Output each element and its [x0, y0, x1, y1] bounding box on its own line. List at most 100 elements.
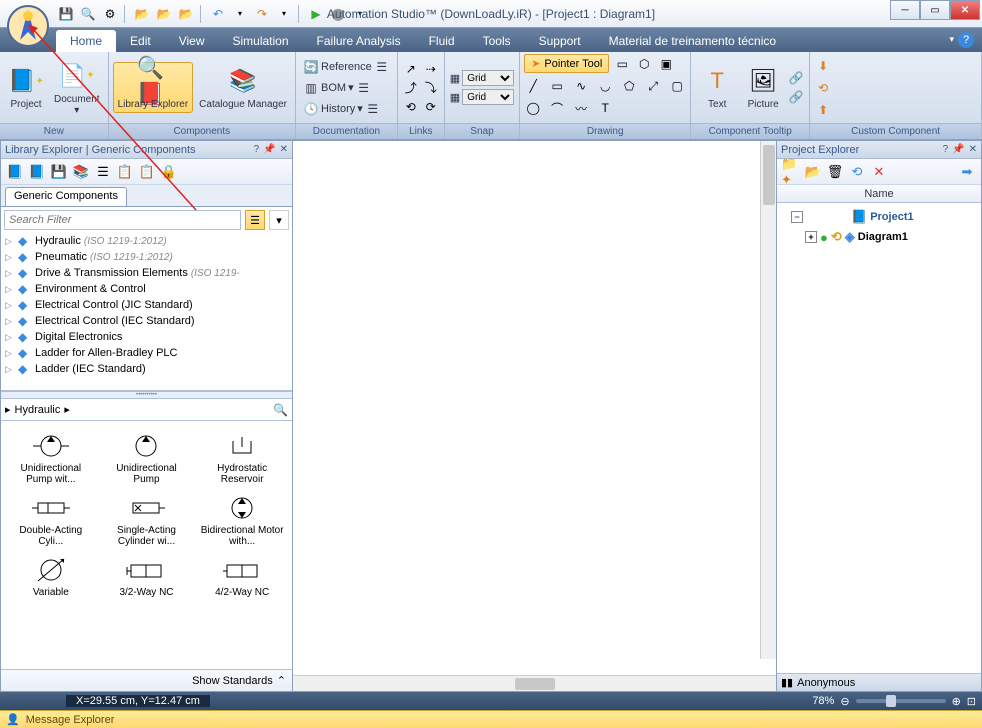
snap-select-2[interactable]: Grid: [462, 89, 514, 105]
tab-material[interactable]: Material de treinamento técnico: [595, 30, 790, 52]
new-folder-icon[interactable]: 📁✦: [781, 162, 801, 182]
tooltip-link-icon[interactable]: 🔗: [787, 69, 805, 87]
search-icon[interactable]: 🔍: [273, 403, 288, 417]
qat-open3-icon[interactable]: 📂: [176, 4, 196, 24]
search-options-button[interactable]: ☰: [245, 210, 265, 230]
undo-dropdown[interactable]: ▾: [230, 4, 250, 24]
tab-view[interactable]: View: [165, 30, 219, 52]
tree-item-ladder-ab[interactable]: ▷◆Ladder for Allen-Bradley PLC: [1, 345, 292, 361]
app-icon[interactable]: [4, 2, 52, 50]
form2-icon[interactable]: 📋: [137, 162, 157, 182]
tree-item-jic[interactable]: ▷◆Electrical Control (JIC Standard): [1, 297, 292, 313]
tree-item-ladder-iec[interactable]: ▷◆Ladder (IEC Standard): [1, 361, 292, 377]
tab-fluid[interactable]: Fluid: [415, 30, 469, 52]
custom2-icon[interactable]: ⟲: [814, 79, 832, 97]
qat-open2-icon[interactable]: 📂: [154, 4, 174, 24]
close-proj-icon[interactable]: ✕: [869, 162, 889, 182]
undo-icon[interactable]: ↶: [208, 4, 228, 24]
menu-dropdown-icon[interactable]: ▾: [949, 34, 954, 45]
tooltip-text-button[interactable]: TText: [695, 63, 739, 112]
message-explorer-bar[interactable]: 👤 Message Explorer: [0, 710, 982, 728]
grid2-icon[interactable]: ▦: [450, 91, 460, 104]
tree-item-iec[interactable]: ▷◆Electrical Control (IEC Standard): [1, 313, 292, 329]
book-dark-icon[interactable]: 📚: [71, 162, 91, 182]
tab-home[interactable]: Home: [56, 30, 116, 52]
tab-tools[interactable]: Tools: [469, 30, 525, 52]
zoom-fit-icon[interactable]: ⊡: [967, 695, 976, 708]
search-input[interactable]: [4, 210, 241, 230]
close-button[interactable]: ✕: [950, 0, 980, 20]
close-panel-icon[interactable]: ✕: [969, 144, 977, 155]
tree-item-env[interactable]: ▷◆Environment & Control: [1, 281, 292, 297]
tab-simulation[interactable]: Simulation: [219, 30, 303, 52]
comp-42valve[interactable]: 4/2-Way NC: [196, 553, 288, 600]
arc2-icon[interactable]: ⌒: [548, 99, 566, 117]
library-tree[interactable]: ▷◆Hydraulic (ISO 1219-1:2012) ▷◆Pneumati…: [1, 233, 292, 391]
resize-icon[interactable]: ⤢: [644, 77, 662, 95]
zoom-slider[interactable]: [856, 699, 946, 703]
tree-item-hydraulic[interactable]: ▷◆Hydraulic (ISO 1219-1:2012): [1, 233, 292, 249]
redo-icon[interactable]: ↷: [252, 4, 272, 24]
comp-uni-pump[interactable]: Unidirectional Pump: [101, 429, 193, 487]
catalogue-manager-button[interactable]: 📚Catalogue Manager: [195, 63, 291, 112]
forward-icon[interactable]: ➡: [957, 162, 977, 182]
custom3-icon[interactable]: ⬆: [814, 101, 832, 119]
tooltip-picture-button[interactable]: 🖼Picture: [741, 63, 785, 112]
book-blue2-icon[interactable]: 📘: [27, 162, 47, 182]
link3-icon[interactable]: ⤴: [402, 79, 420, 97]
project-button[interactable]: 📘✦Project: [4, 63, 48, 112]
proj-column-header[interactable]: Name: [777, 185, 981, 203]
comp-32valve[interactable]: 3/2-Way NC: [101, 553, 193, 600]
ellipse-icon[interactable]: ◯: [524, 99, 542, 117]
comp-variable[interactable]: Variable: [5, 553, 97, 600]
document-button[interactable]: 📄✦Document▾: [50, 58, 104, 118]
comp-single-cylinder[interactable]: Single-Acting Cylinder wi...: [101, 491, 193, 549]
play-icon[interactable]: ▶: [306, 4, 326, 24]
qat-gear-icon[interactable]: ⚙: [100, 4, 120, 24]
comp-bi-motor[interactable]: Bidirectional Motor with...: [196, 491, 288, 549]
polygon-icon[interactable]: ⬠: [620, 77, 638, 95]
breadcrumb-arrow-icon[interactable]: ▸: [5, 403, 11, 416]
grid-icon[interactable]: ▦: [450, 72, 460, 85]
line-icon[interactable]: ╱: [524, 77, 542, 95]
send-back-icon[interactable]: ▢: [668, 77, 686, 95]
breadcrumb-text[interactable]: Hydraulic: [15, 404, 61, 416]
delete-icon[interactable]: 🗑: [825, 162, 845, 182]
link5-icon[interactable]: ⟲: [402, 98, 420, 116]
diagram-node[interactable]: +●⟲◈Diagram1: [781, 227, 977, 247]
help-icon[interactable]: ?: [943, 144, 949, 155]
custom1-icon[interactable]: ⬇: [814, 57, 832, 75]
qat-open-icon[interactable]: 📂: [132, 4, 152, 24]
lib-tab-generic[interactable]: Generic Components: [5, 187, 127, 206]
save-icon[interactable]: 💾: [49, 162, 69, 182]
splitter[interactable]: ••••••••••: [1, 391, 292, 399]
list-icon[interactable]: ☰: [93, 162, 113, 182]
redo-dropdown[interactable]: ▾: [274, 4, 294, 24]
spline-icon[interactable]: 〰: [572, 99, 590, 117]
qat-save-icon[interactable]: 💾: [56, 4, 76, 24]
snap-select-1[interactable]: Grid: [462, 70, 514, 86]
open-folder-icon[interactable]: 📂: [803, 162, 823, 182]
bring-front-icon[interactable]: ▣: [657, 55, 675, 73]
text-icon[interactable]: T: [596, 99, 614, 117]
link4-icon[interactable]: ⤵: [422, 79, 440, 97]
tree-item-drive[interactable]: ▷◆Drive & Transmission Elements (ISO 121…: [1, 265, 292, 281]
show-standards-button[interactable]: Show Standards ⌃: [1, 669, 292, 691]
tree-item-digital[interactable]: ▷◆Digital Electronics: [1, 329, 292, 345]
bom-button[interactable]: ▥BOM ▾ ☰: [300, 78, 393, 98]
help-icon[interactable]: ?: [254, 144, 260, 155]
form-icon[interactable]: 📋: [115, 162, 135, 182]
comp-double-cylinder[interactable]: Double-Acting Cyli...: [5, 491, 97, 549]
tooltip-link2-icon[interactable]: 🔗: [787, 88, 805, 106]
shape-hex-icon[interactable]: ⬡: [635, 55, 653, 73]
comp-uni-pump-drive[interactable]: Unidirectional Pump wit...: [5, 429, 97, 487]
library-explorer-button[interactable]: 🔍📕Library Explorer: [113, 62, 194, 113]
help-icon[interactable]: ?: [958, 32, 974, 48]
curve-icon[interactable]: ∿: [572, 77, 590, 95]
horizontal-scrollbar[interactable]: [293, 675, 776, 691]
book-blue-icon[interactable]: 📘: [5, 162, 25, 182]
diagram-canvas[interactable]: [293, 141, 776, 675]
qat-search-icon[interactable]: 🔍: [78, 4, 98, 24]
shape-rect-icon[interactable]: ▭: [613, 55, 631, 73]
history-button[interactable]: 🕓History ▾ ☰: [300, 99, 393, 119]
